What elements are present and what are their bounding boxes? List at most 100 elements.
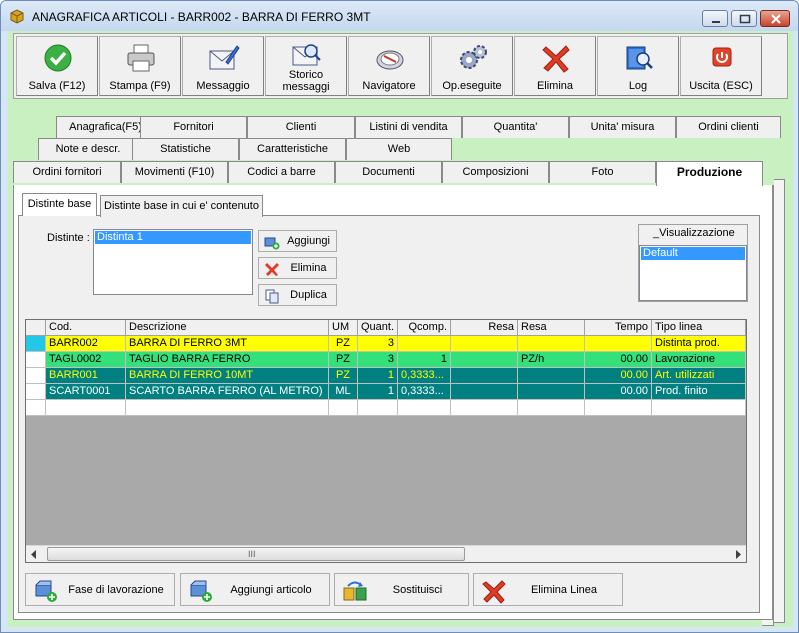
tab-clienti[interactable]: Clienti <box>247 116 355 138</box>
cell-resa-unit[interactable]: PZ/h <box>518 352 585 368</box>
subtab-distinte-base[interactable]: Distinte base <box>22 193 97 216</box>
cell-quant[interactable]: 3 <box>358 352 398 368</box>
table-row[interactable]: SCART0001 SCARTO BARRA FERRO (AL METRO) … <box>26 384 746 400</box>
cell-qcomp[interactable] <box>398 336 451 352</box>
cell-tipo-linea[interactable] <box>652 400 746 416</box>
scrollbar-thumb[interactable]: III <box>47 547 465 561</box>
cell-qcomp[interactable]: 1 <box>398 352 451 368</box>
title-bar[interactable]: ANAGRAFICA ARTICOLI - BARR002 - BARRA DI… <box>1 1 798 31</box>
cell-tipo-linea[interactable]: Art. utilizzati <box>652 368 746 384</box>
column-header[interactable]: Cod. <box>46 320 126 336</box>
cell-quant[interactable]: 1 <box>358 384 398 400</box>
cell-tempo[interactable] <box>585 400 652 416</box>
tab-caratteristiche[interactable]: Caratteristiche <box>239 138 346 160</box>
exit-button[interactable]: Uscita (ESC) <box>680 36 762 96</box>
tab-foto[interactable]: Foto <box>549 161 656 183</box>
cell-tipo-linea[interactable]: Distinta prod. <box>652 336 746 352</box>
column-header[interactable]: Descrizione <box>126 320 329 336</box>
cell-tempo[interactable]: 00.00 <box>585 352 652 368</box>
cell-cod[interactable]: TAGL0002 <box>46 352 126 368</box>
cell-quant[interactable] <box>358 400 398 416</box>
cell-cod[interactable] <box>46 400 126 416</box>
tab-ordini-fornitori[interactable]: Ordini fornitori <box>13 161 121 183</box>
cell-cod[interactable]: BARR002 <box>46 336 126 352</box>
close-button[interactable] <box>760 10 790 27</box>
row-selector[interactable] <box>26 384 46 400</box>
print-button[interactable]: Stampa (F9) <box>99 36 181 96</box>
subtab-distinte-contenuto[interactable]: Distinte base in cui e' contenuto <box>100 195 263 217</box>
cell-resa[interactable] <box>451 400 518 416</box>
cell-qcomp[interactable]: 0,3333... <box>398 368 451 384</box>
delete-line-button[interactable]: Elimina Linea <box>473 573 623 606</box>
operations-done-button[interactable]: Op.eseguite <box>431 36 513 96</box>
column-header[interactable]: Tipo linea <box>652 320 746 336</box>
tab-fornitori[interactable]: Fornitori <box>140 116 247 138</box>
cell-resa[interactable] <box>451 336 518 352</box>
table-row-new[interactable] <box>26 400 746 416</box>
cell-quant[interactable]: 3 <box>358 336 398 352</box>
cell-qcomp[interactable] <box>398 400 451 416</box>
add-article-button[interactable]: Aggiungi articolo <box>180 573 330 606</box>
delete-distinta-button[interactable]: Elimina <box>258 257 337 279</box>
replace-button[interactable]: Sostituisci <box>334 573 469 606</box>
horizontal-scrollbar[interactable]: III <box>26 545 746 562</box>
tab-listini-vendita[interactable]: Listini di vendita <box>355 116 462 138</box>
row-selector[interactable] <box>26 336 46 352</box>
tab-documenti[interactable]: Documenti <box>335 161 442 183</box>
cell-tempo[interactable]: 00.00 <box>585 368 652 384</box>
column-header[interactable]: Qcomp. <box>398 320 451 336</box>
column-header[interactable]: Resa <box>451 320 518 336</box>
cell-descrizione[interactable]: SCARTO BARRA FERRO (AL METRO) <box>126 384 329 400</box>
add-distinta-button[interactable]: Aggiungi <box>258 230 337 252</box>
tab-quantita[interactable]: Quantita' <box>462 116 569 138</box>
log-button[interactable]: Log <box>597 36 679 96</box>
add-phase-button[interactable]: Fase di lavorazione <box>25 573 175 606</box>
tab-composizioni[interactable]: Composizioni <box>442 161 549 183</box>
cell-resa-unit[interactable] <box>518 400 585 416</box>
navigator-button[interactable]: Navigatore <box>348 36 430 96</box>
tab-note-descr[interactable]: Note e descr. <box>38 138 138 160</box>
list-item[interactable]: Distinta 1 <box>95 231 251 244</box>
cell-resa[interactable] <box>451 384 518 400</box>
table-row[interactable]: BARR001 BARRA DI FERRO 10MT PZ 1 0,3333.… <box>26 368 746 384</box>
cell-tempo[interactable]: 00.00 <box>585 384 652 400</box>
cell-um[interactable] <box>329 400 358 416</box>
duplicate-distinta-button[interactable]: Duplica <box>258 284 337 306</box>
column-header[interactable]: Tempo <box>585 320 652 336</box>
cell-tipo-linea[interactable]: Lavorazione <box>652 352 746 368</box>
cell-um[interactable]: PZ <box>329 368 358 384</box>
tab-produzione[interactable]: Produzione <box>656 161 763 186</box>
message-button[interactable]: Messaggio <box>182 36 264 96</box>
cell-quant[interactable]: 1 <box>358 368 398 384</box>
cell-resa[interactable] <box>451 368 518 384</box>
column-header[interactable]: Quant. <box>358 320 398 336</box>
cell-um[interactable]: PZ <box>329 352 358 368</box>
cell-tempo[interactable] <box>585 336 652 352</box>
tab-web[interactable]: Web <box>346 138 452 160</box>
table-row[interactable]: TAGL0002 TAGLIO BARRA FERRO PZ 3 1 PZ/h … <box>26 352 746 368</box>
table-row[interactable]: BARR002 BARRA DI FERRO 3MT PZ 3 Distinta… <box>26 336 746 352</box>
scroll-right-icon[interactable] <box>734 550 742 559</box>
tab-statistiche[interactable]: Statistiche <box>132 138 239 160</box>
scroll-left-icon[interactable] <box>30 550 38 559</box>
cell-um[interactable]: ML <box>329 384 358 400</box>
column-header[interactable]: Resa <box>518 320 585 336</box>
cell-resa-unit[interactable] <box>518 384 585 400</box>
row-selector[interactable] <box>26 352 46 368</box>
delete-button[interactable]: Elimina <box>514 36 596 96</box>
cell-resa-unit[interactable] <box>518 368 585 384</box>
maximize-button[interactable] <box>731 10 757 27</box>
list-item[interactable]: Default <box>641 247 745 260</box>
cell-um[interactable]: PZ <box>329 336 358 352</box>
tab-codici-barre[interactable]: Codici a barre <box>228 161 335 183</box>
row-selector[interactable] <box>26 400 46 416</box>
cell-resa-unit[interactable] <box>518 336 585 352</box>
tab-ordini-clienti[interactable]: Ordini clienti <box>676 116 781 138</box>
tab-movimenti[interactable]: Movimenti (F10) <box>121 161 228 183</box>
cell-tipo-linea[interactable]: Prod. finito <box>652 384 746 400</box>
column-header[interactable]: UM <box>329 320 358 336</box>
cell-descrizione[interactable] <box>126 400 329 416</box>
message-history-button[interactable]: Storico messaggi <box>265 36 347 96</box>
cell-descrizione[interactable]: BARRA DI FERRO 10MT <box>126 368 329 384</box>
save-button[interactable]: Salva (F12) <box>16 36 98 96</box>
